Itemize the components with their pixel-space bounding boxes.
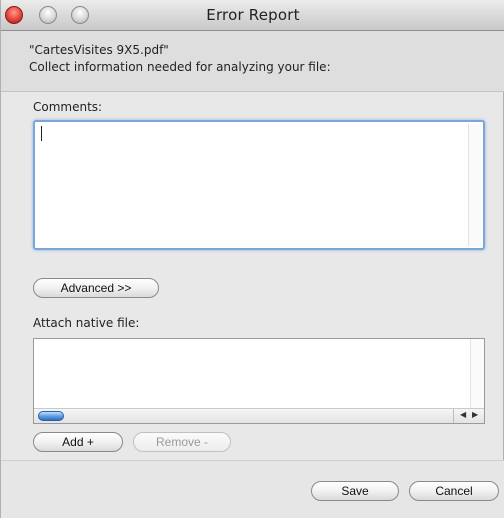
cancel-button[interactable]: Cancel [409, 481, 499, 501]
advanced-button[interactable]: Advanced >> [33, 278, 159, 298]
attach-vertical-scrollbar[interactable] [470, 339, 484, 409]
comments-label: Comments: [33, 100, 103, 114]
error-report-window: Error Report "CartesVisites 9X5.pdf" Col… [0, 0, 504, 518]
comments-textarea[interactable] [33, 120, 485, 250]
attach-horizontal-scrollbar[interactable]: ◀ ▶ [34, 408, 484, 423]
header-description: Collect information needed for analyzing… [29, 60, 331, 74]
attach-native-file-label: Attach native file: [33, 316, 140, 330]
arrow-left-icon[interactable]: ◀ [460, 410, 466, 419]
file-name-label: "CartesVisites 9X5.pdf" [29, 43, 169, 57]
remove-button[interactable]: Remove - [133, 432, 231, 452]
title-bar[interactable]: Error Report [1, 0, 504, 31]
save-button[interactable]: Save [311, 481, 399, 501]
scroll-thumb[interactable] [38, 411, 64, 421]
comments-scrollbar[interactable] [468, 124, 481, 246]
scroll-arrows[interactable]: ◀ ▶ [453, 409, 484, 423]
window-title: Error Report [206, 6, 300, 24]
attached-files-list[interactable]: ◀ ▶ [33, 338, 485, 424]
text-caret [41, 126, 42, 141]
dialog-header: "CartesVisites 9X5.pdf" Collect informat… [1, 31, 504, 92]
add-button[interactable]: Add + [33, 432, 123, 452]
arrow-right-icon[interactable]: ▶ [472, 410, 478, 419]
